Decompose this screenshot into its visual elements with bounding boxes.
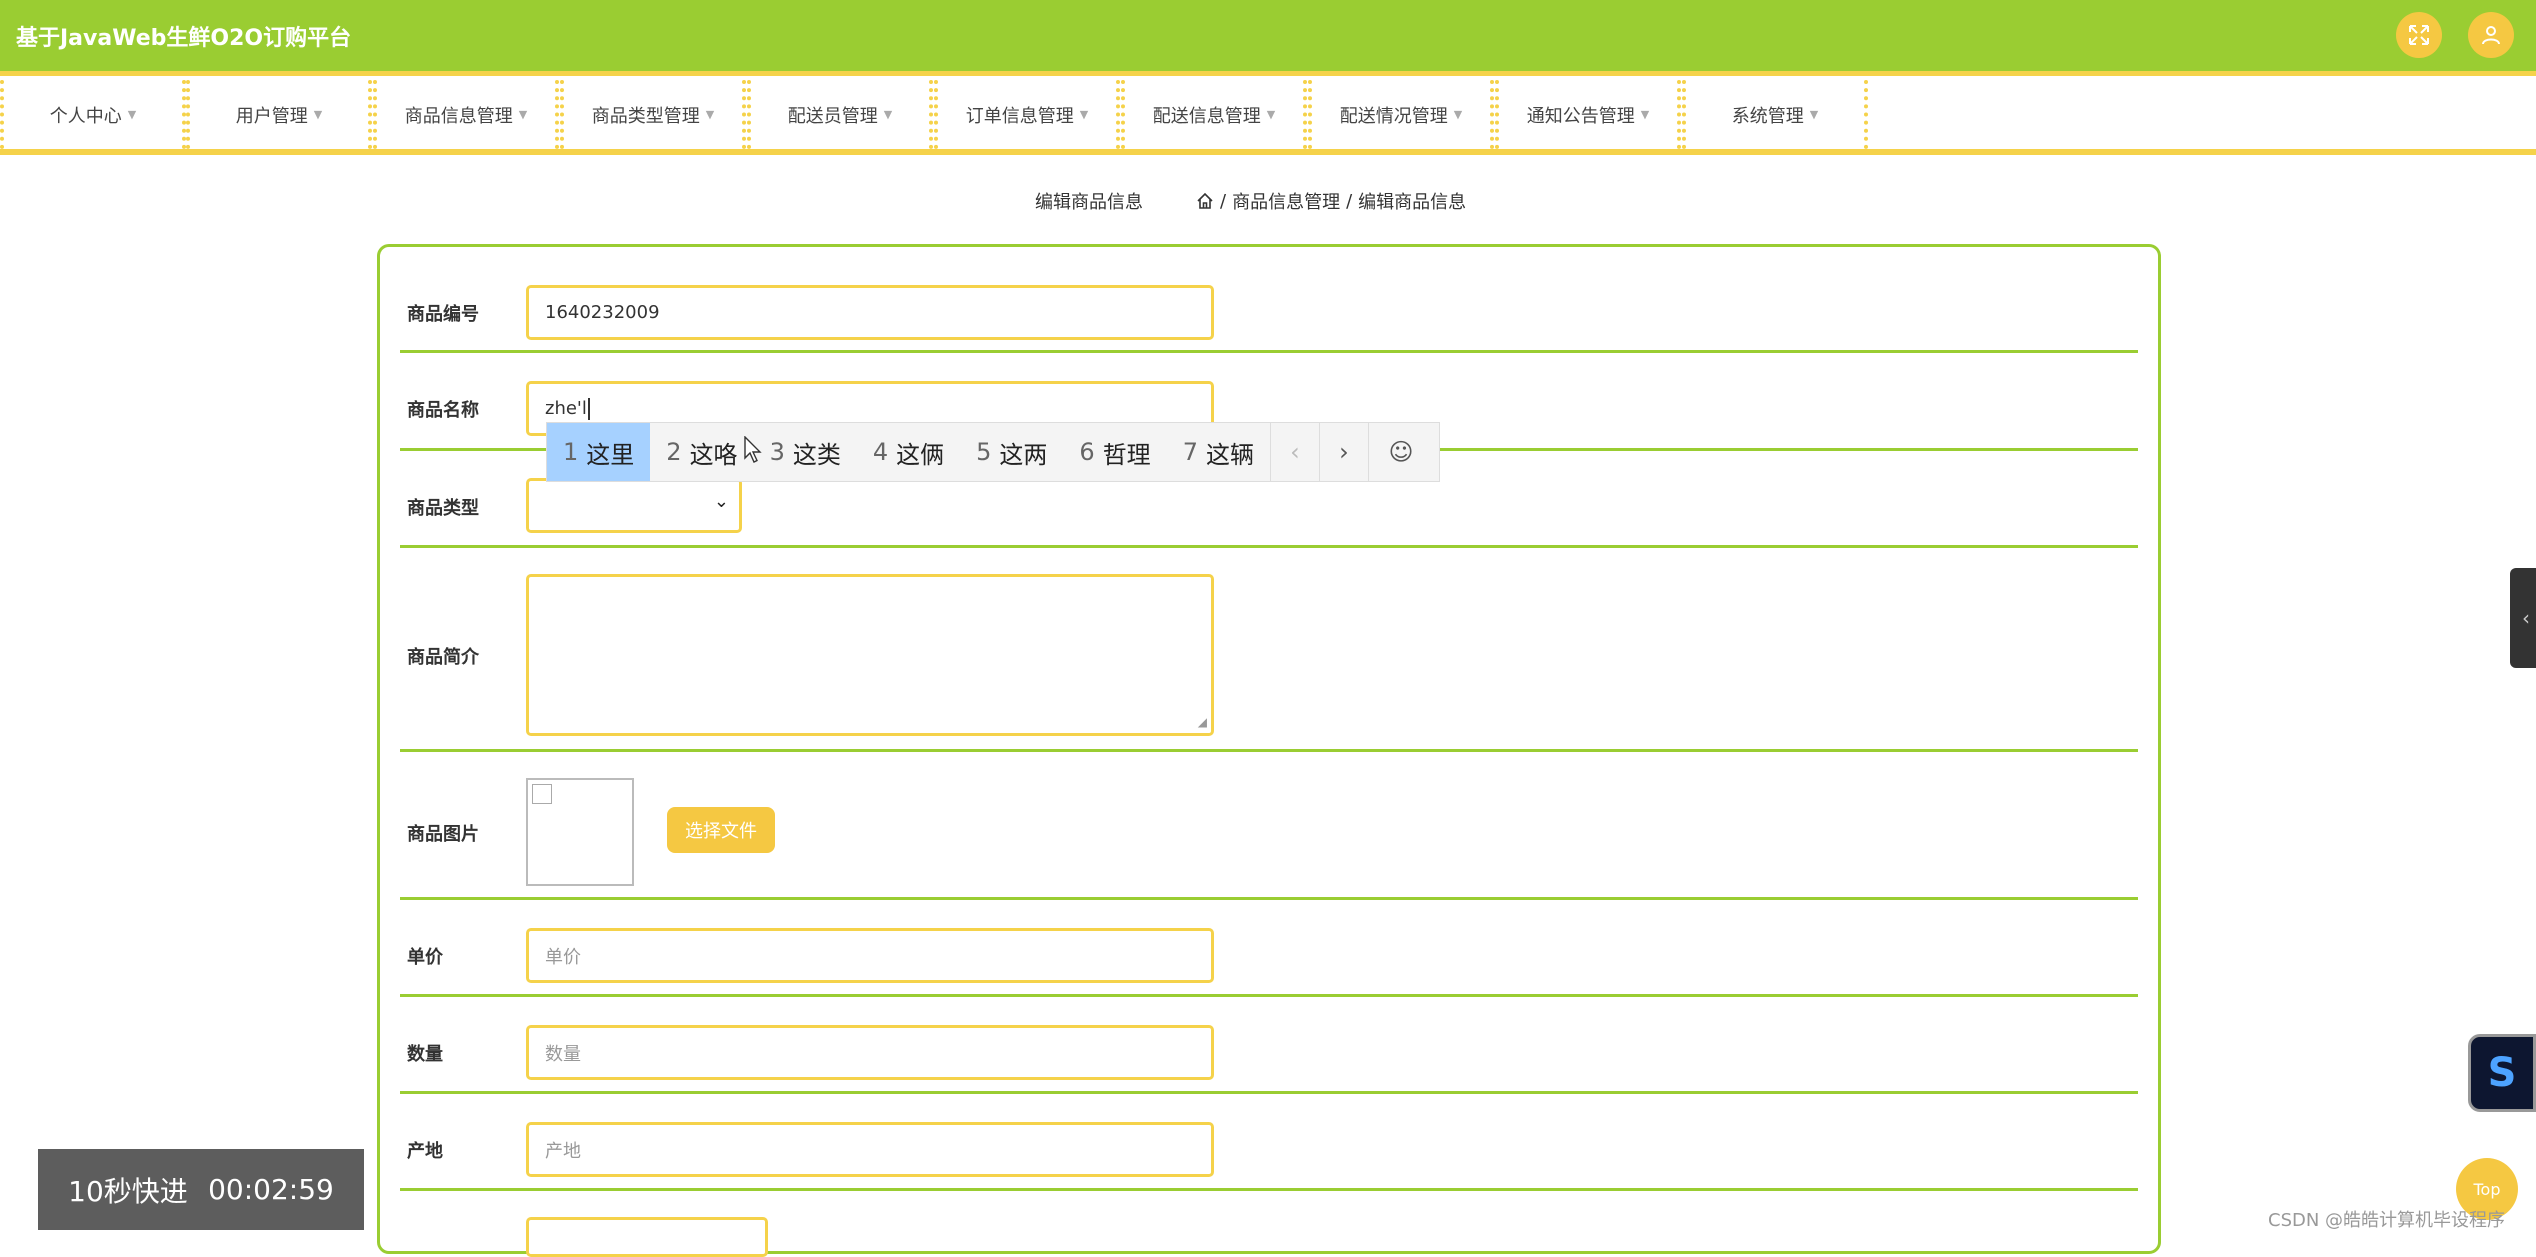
ime-candidate[interactable]: 6 哲理 bbox=[1063, 423, 1166, 481]
nav-item-delivery-status[interactable]: 配送情况管理 ▼ bbox=[1308, 80, 1494, 149]
chevron-down-icon: ▼ bbox=[883, 108, 893, 121]
ime-candidate[interactable]: 1 这里 bbox=[547, 423, 651, 481]
emoji-icon[interactable]: ☺ bbox=[1367, 423, 1433, 481]
mouse-cursor-icon bbox=[744, 436, 762, 463]
product-image-label: 商品图片 bbox=[407, 824, 479, 845]
main-nav: 个人中心 ▼ 用户管理 ▼ 商品信息管理 ▼ 商品类型管理 ▼ 配送员管理 ▼ 订单信息管… bbox=[0, 80, 2536, 155]
product-type-label: 商品类型 bbox=[407, 498, 479, 519]
breadcrumb-section[interactable]: 商品信息管理 bbox=[1232, 188, 1340, 214]
ime-candidate-bar: 1 这里 2 这咯 3 这类 4 这俩 5 这两 6 哲理 7 这辆 ‹ › ☺ bbox=[546, 422, 1440, 482]
watermark: CSDN @皓皓计算机毕设程序 bbox=[2268, 1210, 2506, 1231]
chevron-down-icon: ▼ bbox=[705, 108, 715, 121]
breadcrumb: / 商品信息管理 / 编辑商品信息 bbox=[1196, 188, 1466, 214]
video-time: 00:02:59 bbox=[208, 1173, 334, 1206]
chevron-down-icon: ▼ bbox=[313, 108, 323, 121]
origin-label: 产地 bbox=[407, 1141, 443, 1162]
row-divider bbox=[400, 1188, 2138, 1191]
product-desc-textarea[interactable]: ◢ bbox=[526, 574, 1214, 736]
row-divider bbox=[400, 897, 2138, 900]
quantity-input[interactable]: 数量 bbox=[526, 1025, 1214, 1080]
floating-app-icon[interactable]: S bbox=[2468, 1034, 2536, 1112]
quantity-label: 数量 bbox=[407, 1044, 443, 1065]
chevron-down-icon: ⌄ bbox=[713, 491, 729, 512]
row-divider bbox=[400, 994, 2138, 997]
product-image-preview bbox=[526, 778, 634, 886]
row-divider bbox=[400, 749, 2138, 752]
chevron-down-icon: ▼ bbox=[1266, 108, 1276, 121]
row-divider bbox=[400, 1091, 2138, 1094]
breadcrumb-separator: / bbox=[1220, 190, 1227, 212]
row-divider bbox=[400, 545, 2138, 548]
ime-candidate[interactable]: 3 这类 bbox=[754, 423, 857, 481]
nav-item-orders[interactable]: 订单信息管理 ▼ bbox=[934, 80, 1120, 149]
unit-price-input[interactable]: 单价 bbox=[526, 928, 1214, 983]
choose-file-button[interactable]: 选择文件 bbox=[667, 807, 775, 853]
nav-item-couriers[interactable]: 配送员管理 ▼ bbox=[747, 80, 933, 149]
product-type-select[interactable]: ⌄ bbox=[526, 478, 742, 533]
video-overlay: 10秒快进 00:02:59 bbox=[38, 1149, 364, 1230]
chevron-left-icon[interactable]: ‹ bbox=[1269, 423, 1319, 481]
chevron-down-icon: ▼ bbox=[1640, 108, 1650, 121]
ime-candidate[interactable]: 4 这俩 bbox=[857, 423, 960, 481]
resize-grip-icon[interactable]: ◢ bbox=[1198, 715, 1207, 729]
user-icon[interactable] bbox=[2468, 12, 2514, 58]
chevron-right-icon[interactable]: › bbox=[1318, 423, 1368, 481]
product-code-label: 商品编号 bbox=[407, 304, 479, 325]
chevron-down-icon: ▼ bbox=[127, 108, 137, 121]
ime-candidate[interactable]: 7 这辆 bbox=[1167, 423, 1270, 481]
app-header: 基于JavaWeb生鲜O2O订购平台 bbox=[0, 0, 2536, 76]
ime-candidate[interactable]: 2 这咯 bbox=[650, 423, 753, 481]
nav-item-personal-center[interactable]: 个人中心 ▼ bbox=[0, 80, 186, 149]
home-icon[interactable] bbox=[1196, 192, 1214, 210]
chevron-down-icon: ▼ bbox=[1809, 108, 1819, 121]
side-drawer-tab[interactable]: ‹ bbox=[2510, 568, 2536, 668]
page-title: 编辑商品信息 bbox=[1035, 192, 1143, 213]
broken-image-icon bbox=[532, 784, 552, 804]
nav-item-system[interactable]: 系统管理 ▼ bbox=[1682, 80, 1868, 149]
chevron-down-icon: ▼ bbox=[1079, 108, 1089, 121]
ime-candidate[interactable]: 5 这两 bbox=[960, 423, 1063, 481]
nav-item-users[interactable]: 用户管理 ▼ bbox=[186, 80, 372, 149]
nav-item-delivery-info[interactable]: 配送信息管理 ▼ bbox=[1121, 80, 1307, 149]
expand-icon[interactable] bbox=[2396, 12, 2442, 58]
chevron-down-icon: ▼ bbox=[1453, 108, 1463, 121]
text-cursor bbox=[587, 397, 590, 420]
nav-item-products[interactable]: 商品信息管理 ▼ bbox=[373, 80, 559, 149]
product-desc-label: 商品简介 bbox=[407, 647, 479, 668]
next-field-input[interactable] bbox=[526, 1217, 768, 1257]
chevron-down-icon: ▼ bbox=[518, 108, 528, 121]
chevron-left-icon: ‹ bbox=[2522, 606, 2530, 630]
nav-item-notices[interactable]: 通知公告管理 ▼ bbox=[1495, 80, 1681, 149]
breadcrumb-separator: / bbox=[1346, 190, 1353, 212]
product-name-label: 商品名称 bbox=[407, 400, 479, 421]
product-code-input[interactable]: 1640232009 bbox=[526, 285, 1214, 340]
origin-input[interactable]: 产地 bbox=[526, 1122, 1214, 1177]
video-skip-label[interactable]: 10秒快进 bbox=[68, 1170, 188, 1210]
breadcrumb-current: 编辑商品信息 bbox=[1358, 192, 1467, 213]
app-title: 基于JavaWeb生鲜O2O订购平台 bbox=[16, 26, 352, 51]
unit-price-label: 单价 bbox=[407, 947, 443, 968]
row-divider bbox=[400, 350, 2138, 353]
nav-item-product-types[interactable]: 商品类型管理 ▼ bbox=[560, 80, 746, 149]
